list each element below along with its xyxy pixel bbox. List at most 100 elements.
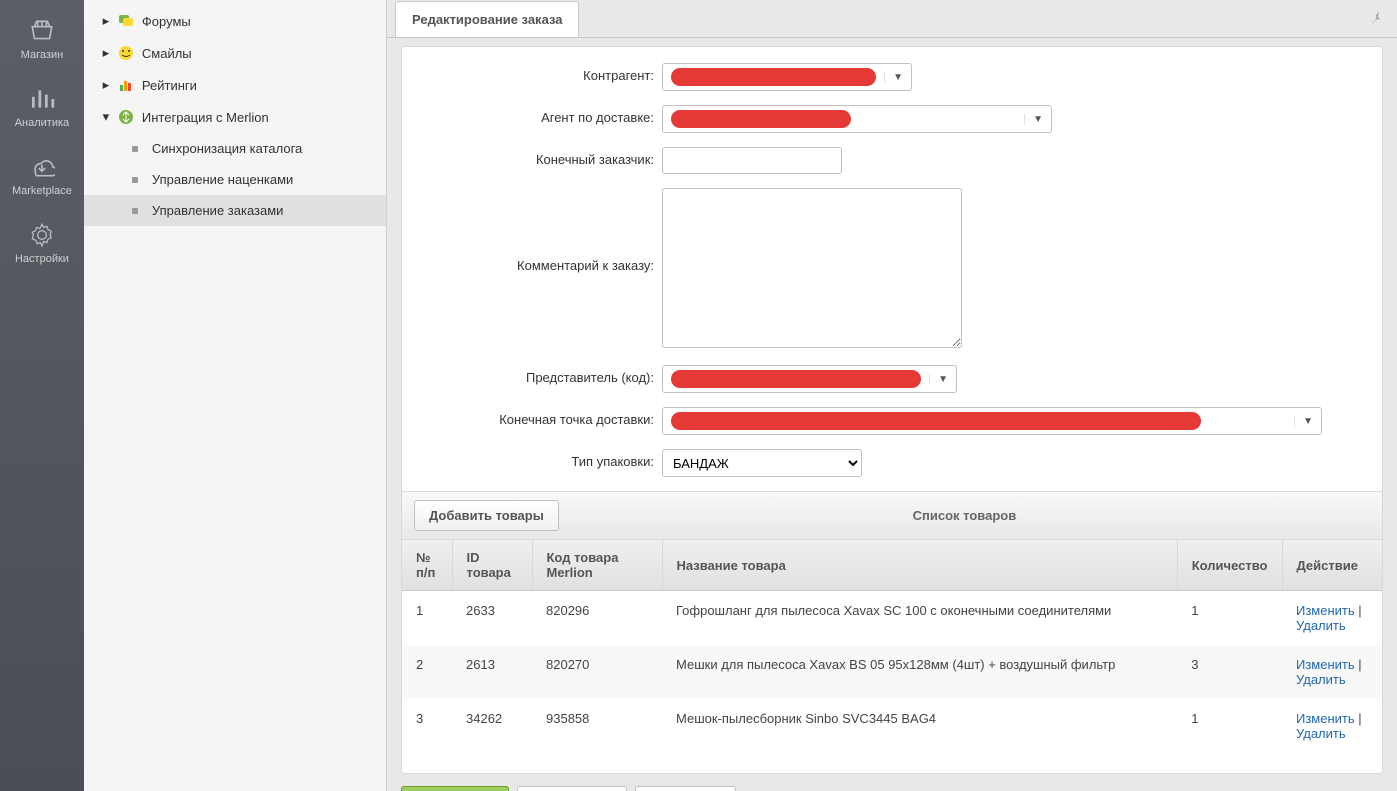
redacted-value bbox=[671, 68, 876, 86]
tree-orders[interactable]: Управление заказами bbox=[84, 195, 386, 226]
edit-link[interactable]: Изменить bbox=[1296, 603, 1355, 618]
cell-name: Гофрошланг для пылесоса Xavax SC 100 с о… bbox=[662, 591, 1177, 646]
icon-sidebar: Магазин Аналитика Marketplace Настройки bbox=[0, 0, 84, 791]
cancel-button[interactable]: Отменить bbox=[635, 786, 737, 791]
row-delivery-agent: Агент по доставке: ▼ bbox=[402, 105, 1382, 133]
th-num: № п/п bbox=[402, 540, 452, 591]
tree-label: Управление заказами bbox=[152, 203, 284, 218]
delivery-endpoint-select[interactable]: ▼ bbox=[662, 407, 1322, 435]
cell-actions: Изменить | Удалить bbox=[1282, 645, 1382, 699]
chevron-down-icon: ▼ bbox=[1294, 416, 1321, 427]
sidebar-label: Настройки bbox=[15, 253, 69, 265]
counterparty-label: Контрагент: bbox=[402, 63, 662, 83]
tree-forums[interactable]: ▸ Форумы bbox=[84, 5, 386, 37]
tree-sync[interactable]: Синхронизация каталога bbox=[84, 133, 386, 164]
cell-actions: Изменить | Удалить bbox=[1282, 591, 1382, 646]
sidebar-analytics[interactable]: Аналитика bbox=[0, 73, 84, 141]
representative-select[interactable]: ▼ bbox=[662, 365, 957, 393]
tree-label: Рейтинги bbox=[142, 78, 197, 93]
counterparty-select[interactable]: ▼ bbox=[662, 63, 912, 91]
tab-label: Редактирование заказа bbox=[412, 12, 562, 27]
th-name: Название товара bbox=[662, 540, 1177, 591]
row-packaging: Тип упаковки: БАНДАЖ bbox=[402, 449, 1382, 477]
th-code: Код товара Merlion bbox=[532, 540, 662, 591]
row-representative: Представитель (код): ▼ bbox=[402, 365, 1382, 393]
sidebar-label: Marketplace bbox=[12, 185, 72, 197]
redacted-value bbox=[671, 412, 1201, 430]
content: Контрагент: ▼ Агент по доставке: ▼ bbox=[387, 38, 1397, 791]
collapse-icon[interactable]: ▾ bbox=[100, 111, 112, 123]
tab-edit-order[interactable]: Редактирование заказа bbox=[395, 1, 579, 37]
th-qty: Количество bbox=[1177, 540, 1282, 591]
save-button[interactable]: Сохранить bbox=[401, 786, 509, 791]
tree-markups[interactable]: Управление наценками bbox=[84, 164, 386, 195]
sidebar-label: Магазин bbox=[21, 49, 63, 61]
cell-id: 2613 bbox=[452, 645, 532, 699]
expand-icon[interactable]: ▸ bbox=[100, 47, 112, 59]
tree-label: Смайлы bbox=[142, 46, 192, 61]
redacted-value bbox=[671, 110, 851, 128]
products-title: Список товаров bbox=[559, 508, 1370, 523]
integration-icon bbox=[118, 109, 134, 125]
comment-label: Комментарий к заказу: bbox=[402, 188, 662, 273]
table-row: 334262935858Мешок-пылесборник Sinbo SVC3… bbox=[402, 699, 1382, 753]
delivery-endpoint-label: Конечная точка доставки: bbox=[402, 407, 662, 427]
tree-ratings[interactable]: ▸ Рейтинги bbox=[84, 69, 386, 101]
cell-num: 1 bbox=[402, 591, 452, 646]
table-row: 12633820296Гофрошланг для пылесоса Xavax… bbox=[402, 591, 1382, 646]
cell-num: 2 bbox=[402, 645, 452, 699]
products-header: Добавить товары Список товаров bbox=[402, 491, 1382, 540]
delete-link[interactable]: Удалить bbox=[1296, 726, 1346, 741]
products-table: № п/п ID товара Код товара Merlion Назва… bbox=[402, 540, 1382, 753]
th-id: ID товара bbox=[452, 540, 532, 591]
chevron-down-icon: ▼ bbox=[1024, 114, 1051, 125]
cell-qty: 1 bbox=[1177, 591, 1282, 646]
packaging-select[interactable]: БАНДАЖ bbox=[662, 449, 862, 477]
edit-link[interactable]: Изменить bbox=[1296, 711, 1355, 726]
chevron-down-icon: ▼ bbox=[884, 72, 911, 83]
end-customer-input[interactable] bbox=[662, 147, 842, 174]
bullet-icon bbox=[132, 146, 138, 152]
cell-num: 3 bbox=[402, 699, 452, 753]
tree-integration[interactable]: ▾ Интеграция с Merlion bbox=[84, 101, 386, 133]
bullet-icon bbox=[132, 208, 138, 214]
basket-icon bbox=[26, 17, 58, 45]
cell-code: 935858 bbox=[532, 699, 662, 753]
delete-link[interactable]: Удалить bbox=[1296, 672, 1346, 687]
delete-link[interactable]: Удалить bbox=[1296, 618, 1346, 633]
tree-smileys[interactable]: ▸ Смайлы bbox=[84, 37, 386, 69]
comment-textarea[interactable] bbox=[662, 188, 962, 348]
cell-name: Мешки для пылесоса Xavax BS 05 95x128мм … bbox=[662, 645, 1177, 699]
cell-code: 820270 bbox=[532, 645, 662, 699]
packaging-label: Тип упаковки: bbox=[402, 449, 662, 469]
row-counterparty: Контрагент: ▼ bbox=[402, 63, 1382, 91]
bullet-icon bbox=[132, 177, 138, 183]
sidebar-store[interactable]: Магазин bbox=[0, 5, 84, 73]
order-panel: Контрагент: ▼ Агент по доставке: ▼ bbox=[401, 46, 1383, 774]
expand-icon[interactable]: ▸ bbox=[100, 15, 112, 27]
tab-bar: Редактирование заказа bbox=[387, 0, 1397, 38]
row-delivery-endpoint: Конечная точка доставки: ▼ bbox=[402, 407, 1382, 435]
cell-actions: Изменить | Удалить bbox=[1282, 699, 1382, 753]
apply-button[interactable]: Применить bbox=[517, 786, 627, 791]
cell-code: 820296 bbox=[532, 591, 662, 646]
expand-icon[interactable]: ▸ bbox=[100, 79, 112, 91]
cell-qty: 3 bbox=[1177, 645, 1282, 699]
sidebar-settings[interactable]: Настройки bbox=[0, 209, 84, 277]
delivery-agent-select[interactable]: ▼ bbox=[662, 105, 1052, 133]
sidebar-marketplace[interactable]: Marketplace bbox=[0, 141, 84, 209]
tree-label: Синхронизация каталога bbox=[152, 141, 302, 156]
pin-icon[interactable] bbox=[1369, 10, 1383, 27]
representative-label: Представитель (код): bbox=[402, 365, 662, 385]
tree-label: Управление наценками bbox=[152, 172, 293, 187]
chart-icon bbox=[26, 85, 58, 113]
cell-qty: 1 bbox=[1177, 699, 1282, 753]
table-row: 22613820270Мешки для пылесоса Xavax BS 0… bbox=[402, 645, 1382, 699]
tree-nav: ▸ Форумы ▸ Смайлы ▸ Рейтинги ▾ Интеграци… bbox=[84, 0, 387, 791]
cell-name: Мешок-пылесборник Sinbo SVC3445 BAG4 bbox=[662, 699, 1177, 753]
cloud-download-icon bbox=[26, 153, 58, 181]
edit-link[interactable]: Изменить bbox=[1296, 657, 1355, 672]
delivery-agent-label: Агент по доставке: bbox=[402, 105, 662, 125]
add-products-button[interactable]: Добавить товары bbox=[414, 500, 559, 531]
row-comment: Комментарий к заказу: bbox=[402, 188, 1382, 351]
